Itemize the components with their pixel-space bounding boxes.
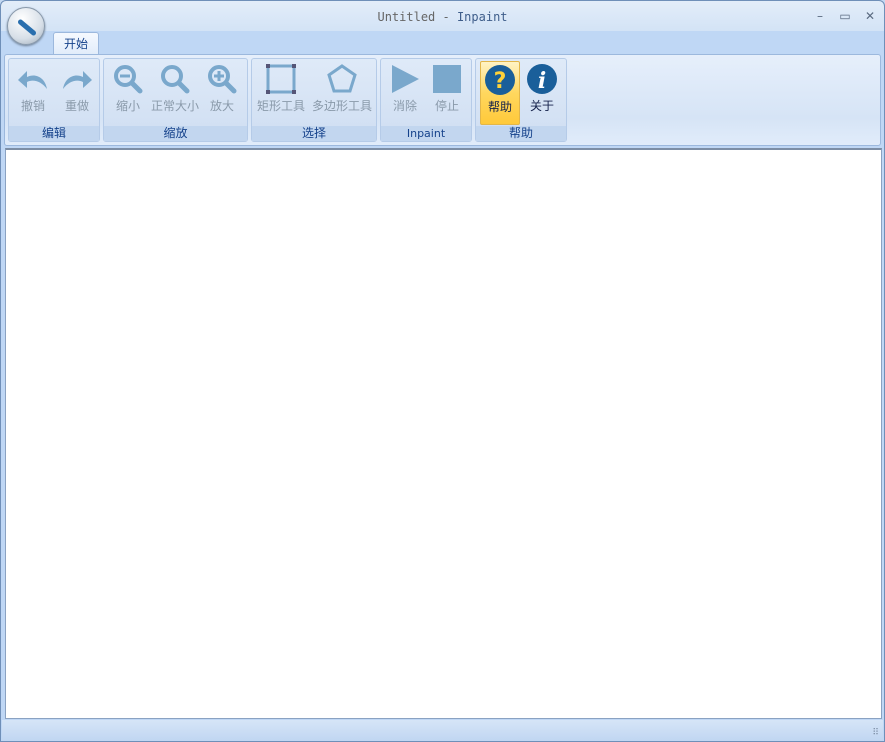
stop-label: 停止 xyxy=(434,99,459,113)
image-canvas[interactable] xyxy=(5,148,882,719)
close-button[interactable]: ✕ xyxy=(862,9,878,23)
group-label-zoom: 缩放 xyxy=(104,126,247,141)
stop-icon xyxy=(427,61,467,97)
tab-start[interactable]: 开始 xyxy=(53,32,99,55)
polygon-tool-label: 多边形工具 xyxy=(311,99,372,113)
group-help: ? 帮助 i 关于 帮助 xyxy=(475,58,567,142)
title-separator: - xyxy=(435,10,457,24)
app-name: Inpaint xyxy=(456,10,508,24)
zoom-in-icon xyxy=(202,61,242,97)
rectangle-tool-label: 矩形工具 xyxy=(256,99,305,113)
resize-grip-icon[interactable]: ⠿ xyxy=(872,728,879,738)
window-title: Untitled - Inpaint xyxy=(1,10,884,24)
svg-text:i: i xyxy=(538,68,546,94)
help-button[interactable]: ? 帮助 xyxy=(480,61,520,125)
stop-button[interactable]: 停止 xyxy=(427,61,467,125)
zoom-in-label: 放大 xyxy=(209,99,234,113)
help-icon: ? xyxy=(481,62,519,98)
status-bar: ⠿ xyxy=(2,720,883,741)
zoom-out-button[interactable]: 缩小 xyxy=(108,61,148,125)
group-inpaint: 消除 停止 Inpaint xyxy=(380,58,472,142)
document-name: Untitled xyxy=(377,10,436,24)
maximize-button[interactable]: ▭ xyxy=(837,9,853,23)
undo-icon xyxy=(13,61,53,97)
about-label: 关于 xyxy=(529,99,554,113)
app-window: Untitled - Inpaint – ▭ ✕ 开始 撤销 重做 编辑 缩小 … xyxy=(0,0,885,742)
svg-text:?: ? xyxy=(494,69,507,94)
minimize-button[interactable]: – xyxy=(812,9,828,23)
rectangle-tool-button[interactable]: 矩形工具 xyxy=(255,61,307,125)
group-label-inpaint: Inpaint xyxy=(381,126,471,141)
erase-label: 消除 xyxy=(392,99,417,113)
erase-button[interactable]: 消除 xyxy=(385,61,425,125)
zoom-in-button[interactable]: 放大 xyxy=(202,61,242,125)
undo-button[interactable]: 撤销 xyxy=(13,61,53,125)
group-label-select: 选择 xyxy=(252,126,376,141)
polygon-tool-button[interactable]: 多边形工具 xyxy=(310,61,374,125)
redo-label: 重做 xyxy=(64,99,89,113)
group-zoom: 缩小 正常大小 放大 缩放 xyxy=(103,58,248,142)
info-icon: i xyxy=(522,61,562,97)
redo-button[interactable]: 重做 xyxy=(57,61,97,125)
zoom-out-label: 缩小 xyxy=(115,99,140,113)
group-label-edit: 编辑 xyxy=(9,126,99,141)
undo-label: 撤销 xyxy=(20,99,45,113)
ribbon: 撤销 重做 编辑 缩小 正常大小 放大 缩放 矩形工具 多边形工具 选择 消除 … xyxy=(4,54,881,146)
zoom-normal-button[interactable]: 正常大小 xyxy=(150,61,200,125)
zoom-normal-icon xyxy=(150,61,200,97)
zoom-out-icon xyxy=(108,61,148,97)
help-label: 帮助 xyxy=(487,100,512,114)
group-edit: 撤销 重做 编辑 xyxy=(8,58,100,142)
polygon-icon xyxy=(310,61,374,97)
group-label-help: 帮助 xyxy=(476,126,566,141)
redo-icon xyxy=(57,61,97,97)
zoom-normal-label: 正常大小 xyxy=(150,99,199,113)
group-select: 矩形工具 多边形工具 选择 xyxy=(251,58,377,142)
play-icon xyxy=(385,61,425,97)
rectangle-icon xyxy=(255,61,307,97)
about-button[interactable]: i 关于 xyxy=(522,61,562,125)
